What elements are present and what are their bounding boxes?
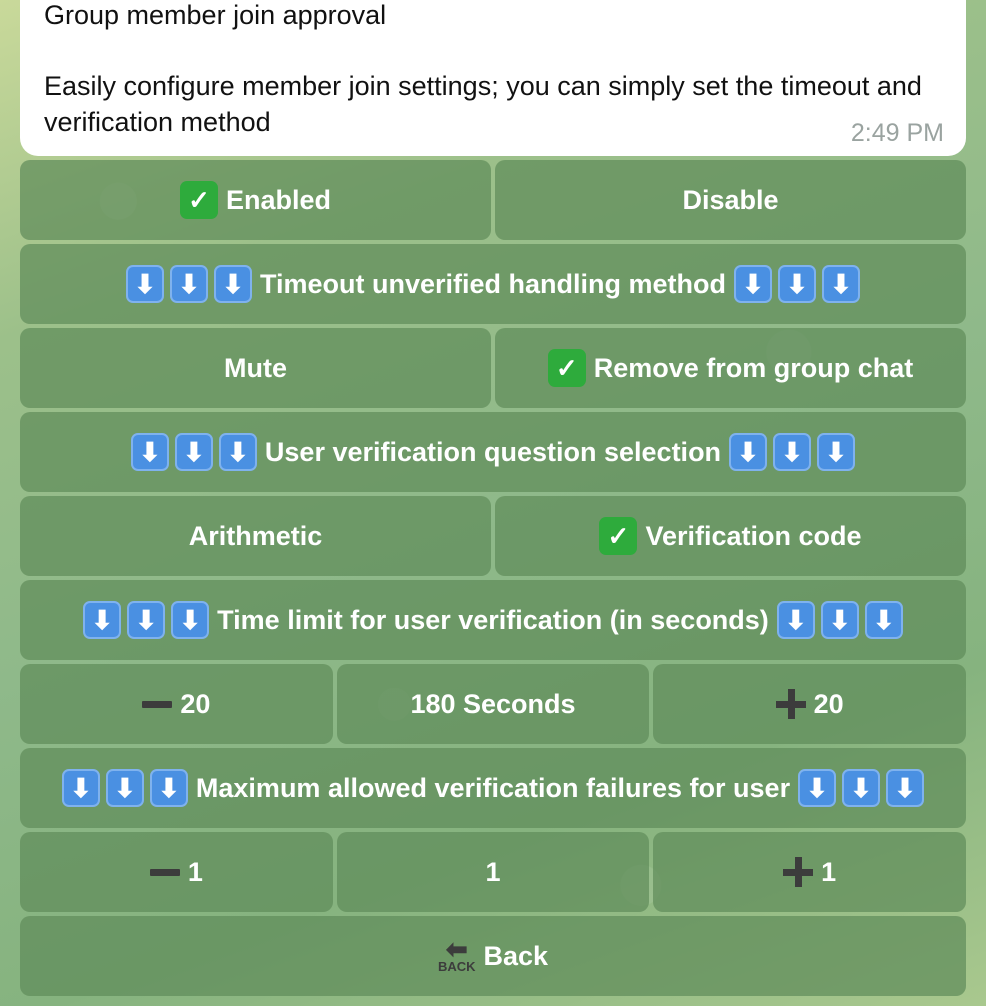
minus-icon	[142, 700, 173, 708]
timeout-header-label: Timeout unverified handling method	[259, 268, 726, 299]
arrow-down-icon: ⬇	[734, 265, 772, 303]
failures-decrease-button[interactable]: 1	[20, 832, 333, 912]
arithmetic-button[interactable]: Arithmetic	[20, 496, 491, 576]
arrows-right: ⬇ ⬇ ⬇	[729, 433, 856, 471]
enabled-button[interactable]: ✓ Enabled	[20, 160, 491, 240]
arrow-down-icon: ⬇	[149, 769, 188, 807]
time-limit-header-button[interactable]: ⬇ ⬇ ⬇ Time limit for user verification (…	[20, 580, 966, 660]
failures-decrease-label: 1	[187, 856, 203, 887]
failures-value-button[interactable]: 1	[336, 832, 650, 912]
arrow-down-icon: ⬇	[822, 265, 860, 303]
arrow-down-icon: ⬇	[61, 769, 100, 807]
message-bubble: Group member join approval Easily config…	[20, 0, 966, 156]
check-icon: ✓	[179, 181, 218, 219]
remove-label: Remove from group chat	[593, 352, 914, 383]
arrow-down-icon: ⬇	[773, 433, 812, 471]
verification-code-label: Verification code	[645, 520, 862, 551]
back-label: Back	[483, 940, 549, 971]
question-header-label: User verification question selection	[264, 436, 722, 467]
arrow-down-icon: ⬇	[886, 769, 925, 807]
failures-increase-button[interactable]: 1	[653, 832, 967, 912]
time-increase-button[interactable]: 20	[653, 664, 967, 744]
verification-code-button[interactable]: ✓ Verification code	[495, 496, 966, 576]
plus-icon	[783, 857, 814, 887]
arrows-right: ⬇ ⬇ ⬇	[734, 265, 860, 303]
time-decrease-button[interactable]: 20	[20, 664, 333, 744]
arrow-down-icon: ⬇	[174, 433, 213, 471]
failures-value-label: 1	[485, 856, 501, 887]
arrow-down-icon: ⬇	[125, 265, 164, 303]
check-icon: ✓	[599, 517, 638, 555]
arrow-down-icon: ⬇	[778, 265, 816, 303]
minus-icon	[149, 868, 180, 876]
back-arrow-icon: ⬅ BACK	[437, 934, 476, 974]
enabled-label: Enabled	[225, 184, 332, 215]
arrow-down-icon: ⬇	[105, 769, 144, 807]
inline-keyboard: ✓ Enabled Disable ⬇ ⬇ ⬇ Timeout unverifi…	[20, 160, 967, 1000]
message-body: Easily configure member join settings; y…	[44, 71, 922, 137]
check-icon: ✓	[547, 349, 586, 387]
arrow-down-icon: ⬇	[169, 265, 208, 303]
message-time: 2:49 PM	[850, 119, 944, 147]
time-decrease-label: 20	[180, 688, 211, 719]
arrow-down-icon: ⬇	[83, 601, 122, 639]
time-value-button[interactable]: 180 Seconds	[336, 664, 650, 744]
arrows-left: ⬇ ⬇ ⬇	[130, 433, 257, 471]
mute-label: Mute	[224, 352, 287, 383]
arrow-down-icon: ⬇	[817, 433, 856, 471]
mute-button[interactable]: Mute	[20, 328, 491, 408]
plus-icon	[775, 689, 806, 719]
time-value-label: 180 Seconds	[410, 688, 576, 719]
arrow-down-icon: ⬇	[820, 601, 859, 639]
disable-label: Disable	[682, 184, 779, 215]
time-increase-label: 20	[813, 688, 844, 719]
question-header-button[interactable]: ⬇ ⬇ ⬇ User verification question selecti…	[20, 412, 966, 492]
arrows-right: ⬇ ⬇ ⬇	[798, 769, 925, 807]
back-button[interactable]: ⬅ BACK Back	[20, 916, 966, 996]
timeout-header-button[interactable]: ⬇ ⬇ ⬇ Timeout unverified handling method…	[20, 244, 966, 324]
disable-button[interactable]: Disable	[495, 160, 966, 240]
arrow-down-icon: ⬇	[864, 601, 903, 639]
arrows-right: ⬇ ⬇ ⬇	[776, 601, 903, 639]
arrow-down-icon: ⬇	[218, 433, 257, 471]
message-title: Group member join approval	[44, 0, 387, 30]
arrows-left: ⬇ ⬇ ⬇	[83, 601, 210, 639]
arrow-down-icon: ⬇	[729, 433, 768, 471]
arithmetic-label: Arithmetic	[188, 520, 323, 551]
arrow-down-icon: ⬇	[171, 601, 210, 639]
arrows-left: ⬇ ⬇ ⬇	[125, 265, 252, 303]
arrow-down-icon: ⬇	[127, 601, 166, 639]
failures-increase-label: 1	[821, 856, 837, 887]
arrow-down-icon: ⬇	[130, 433, 169, 471]
arrow-down-icon: ⬇	[213, 265, 252, 303]
failures-header-button[interactable]: ⬇ ⬇ ⬇ Maximum allowed verification failu…	[20, 748, 966, 828]
arrow-down-icon: ⬇	[776, 601, 815, 639]
arrows-left: ⬇ ⬇ ⬇	[61, 769, 188, 807]
time-limit-header-label: Time limit for user verification (in sec…	[217, 604, 769, 635]
arrow-down-icon: ⬇	[842, 769, 881, 807]
remove-from-group-button[interactable]: ✓ Remove from group chat	[495, 328, 966, 408]
failures-header-label: Maximum allowed verification failures fo…	[195, 772, 791, 803]
arrow-down-icon: ⬇	[798, 769, 837, 807]
